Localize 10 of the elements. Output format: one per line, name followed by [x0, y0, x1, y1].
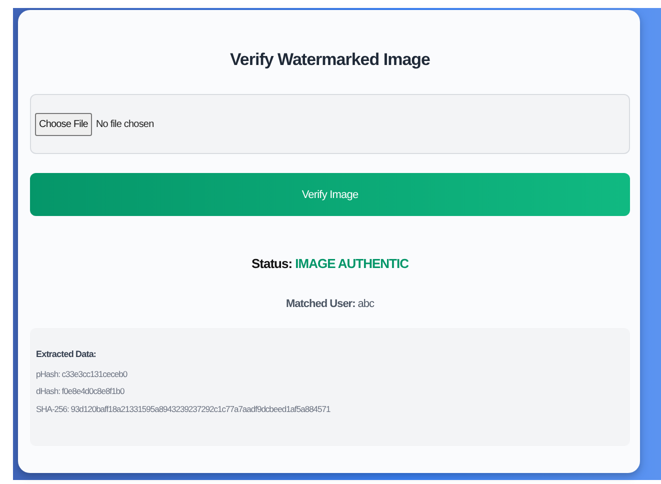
- data-line: SHA-256: 93d120baff18a21331595a8943239237292c1c77a7aadf9dcbeed1af5a884571: [36, 404, 332, 414]
- file-input[interactable]: Choose File No file chosen: [30, 94, 630, 154]
- data-line: pHash: c33e3cc131ceceb0: [36, 370, 128, 380]
- status-text: Status: IMAGE AUTHENTIC: [251, 255, 409, 274]
- file-status: No file chosen: [96, 118, 154, 132]
- data-line: dHash: f0e8e4d0c8e8f1b0: [36, 387, 126, 397]
- data-heading: Extracted Data:: [36, 348, 98, 362]
- choose-file-button[interactable]: Choose File: [35, 112, 92, 136]
- page-title: Verify Watermarked Image: [230, 50, 430, 70]
- matched-user-text: Matched User: abc: [286, 296, 374, 312]
